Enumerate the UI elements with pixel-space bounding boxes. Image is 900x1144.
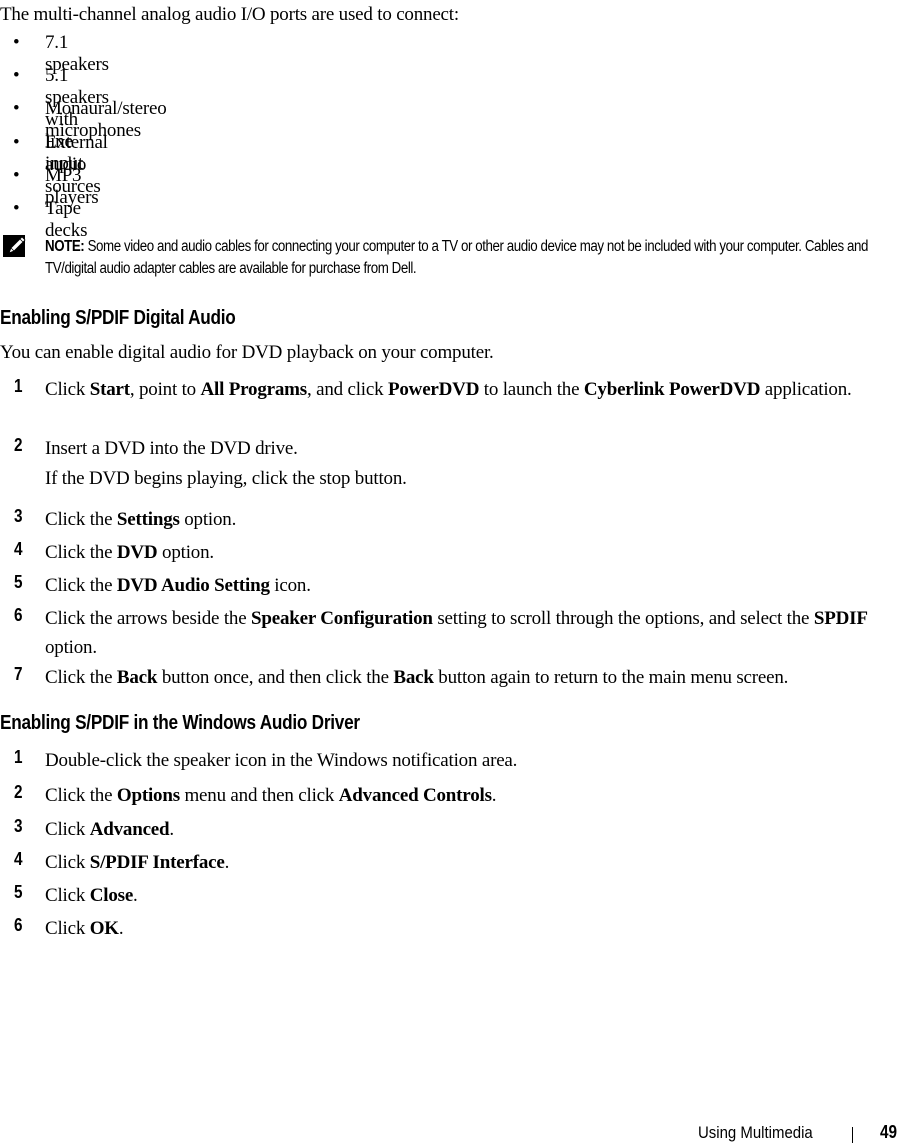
ui-term: Speaker Configuration [250, 608, 433, 629]
step-text-run: , point to [129, 379, 201, 400]
step-number: 1 [14, 747, 23, 767]
step-text-run: button once, and then click the [157, 667, 394, 688]
step-text-run: . [224, 852, 230, 873]
step-number: 4 [14, 849, 23, 869]
step-text-run: option. [45, 637, 97, 658]
ui-term: Back [393, 667, 434, 688]
step-text-run: Click [45, 852, 90, 873]
step-number: 3 [14, 506, 23, 526]
step-text: Click the DVD Audio Setting icon. [45, 571, 900, 600]
pencil-note-icon [3, 235, 26, 257]
step-text: Click Advanced. [45, 815, 900, 844]
ui-term: Start [89, 379, 130, 400]
ui-term: Options [116, 785, 180, 806]
bullet-icon: • [13, 165, 20, 186]
step-text: Click the arrows beside the Speaker Conf… [45, 604, 900, 662]
step-text: Double-click the speaker icon in the Win… [45, 746, 900, 775]
step-text-run: to launch the [479, 379, 584, 400]
step-text-run: . [491, 785, 497, 806]
section-intro: You can enable digital audio for DVD pla… [0, 342, 494, 363]
step-text-run: Click the arrows beside the [45, 608, 251, 629]
step-text-run: option. [157, 542, 214, 563]
ui-term: SPDIF [813, 608, 868, 629]
ui-term: DVD Audio Setting [116, 575, 270, 596]
footer-divider [852, 1127, 853, 1143]
step-number: 2 [14, 435, 23, 455]
ui-term: Advanced [89, 819, 170, 840]
step-text-run: Insert a DVD into the DVD drive. [45, 438, 298, 459]
step-number: 5 [14, 882, 23, 902]
note-label: NOTE: [45, 238, 85, 255]
bullet-icon: • [13, 198, 20, 219]
step-text: Click the DVD option. [45, 538, 900, 567]
step-text-run: Click the [45, 542, 117, 563]
step-text-run: . [118, 918, 124, 939]
ui-term: DVD [116, 542, 158, 563]
step-number: 3 [14, 816, 23, 836]
footer-section-title: Using Multimedia [698, 1123, 813, 1142]
ui-term: OK [89, 918, 119, 939]
step-text-run: , and click [307, 379, 388, 400]
ui-term: Settings [116, 509, 180, 530]
bullet-icon: • [13, 98, 20, 119]
ui-term: All Programs [200, 379, 308, 400]
step-text: Click the Back button once, and then cli… [45, 663, 900, 692]
ui-term: Back [116, 667, 158, 688]
step-text: Insert a DVD into the DVD drive. [45, 434, 900, 463]
step-text: Click OK. [45, 914, 900, 943]
step-text-run: Click [45, 885, 90, 906]
ui-term: PowerDVD [387, 379, 480, 400]
step-text: Click S/PDIF Interface. [45, 848, 900, 877]
step-text-run: Click the [45, 667, 117, 688]
bullet-icon: • [13, 32, 20, 53]
step-text-run: menu and then click [179, 785, 339, 806]
step-text-run: Click the [45, 509, 117, 530]
step-number: 6 [14, 915, 23, 935]
step-number: 1 [14, 376, 23, 396]
step-number: 4 [14, 539, 23, 559]
step-text: Click the Settings option. [45, 505, 900, 534]
step-text-run: Click [45, 918, 90, 939]
ui-term: Cyberlink PowerDVD [583, 379, 761, 400]
step-number: 5 [14, 572, 23, 592]
step-number: 2 [14, 782, 23, 802]
step-text-run: Double-click the speaker icon in the Win… [45, 750, 518, 771]
ui-term: S/PDIF Interface [89, 852, 225, 873]
note-text: NOTE: Some video and audio cables for co… [45, 236, 896, 280]
step-text-run: . [169, 819, 174, 840]
step-text-run: application. [760, 379, 852, 400]
step-text-run: button again to return to the main menu … [433, 667, 789, 688]
bullet-icon: • [13, 65, 20, 86]
step-text-run: . [133, 885, 138, 906]
step-text-run: icon. [269, 575, 311, 596]
step-text: Click Start, point to All Programs, and … [45, 375, 900, 404]
step-text-run: option. [179, 509, 237, 530]
step-number: 7 [14, 664, 23, 684]
ui-term: Advanced Controls [338, 785, 492, 806]
section-heading: Enabling S/PDIF in the Windows Audio Dri… [0, 712, 360, 734]
ui-term: Close [89, 885, 134, 906]
step-text-run: Click [45, 819, 90, 840]
bullet-icon: • [13, 132, 20, 153]
step-followup: If the DVD begins playing, click the sto… [45, 468, 407, 489]
intro-paragraph: The multi-channel analog audio I/O ports… [0, 4, 459, 25]
step-text-run: setting to scroll through the options, a… [432, 608, 814, 629]
note-body: Some video and audio cables for connecti… [45, 238, 868, 277]
page-number: 49 [880, 1122, 898, 1142]
step-text-run: Click the [45, 785, 117, 806]
step-text-run: Click [45, 379, 90, 400]
step-text-run: Click the [45, 575, 117, 596]
step-text: Click the Options menu and then click Ad… [45, 781, 900, 810]
section-heading: Enabling S/PDIF Digital Audio [0, 307, 236, 329]
step-number: 6 [14, 605, 23, 625]
step-text: Click Close. [45, 881, 900, 910]
